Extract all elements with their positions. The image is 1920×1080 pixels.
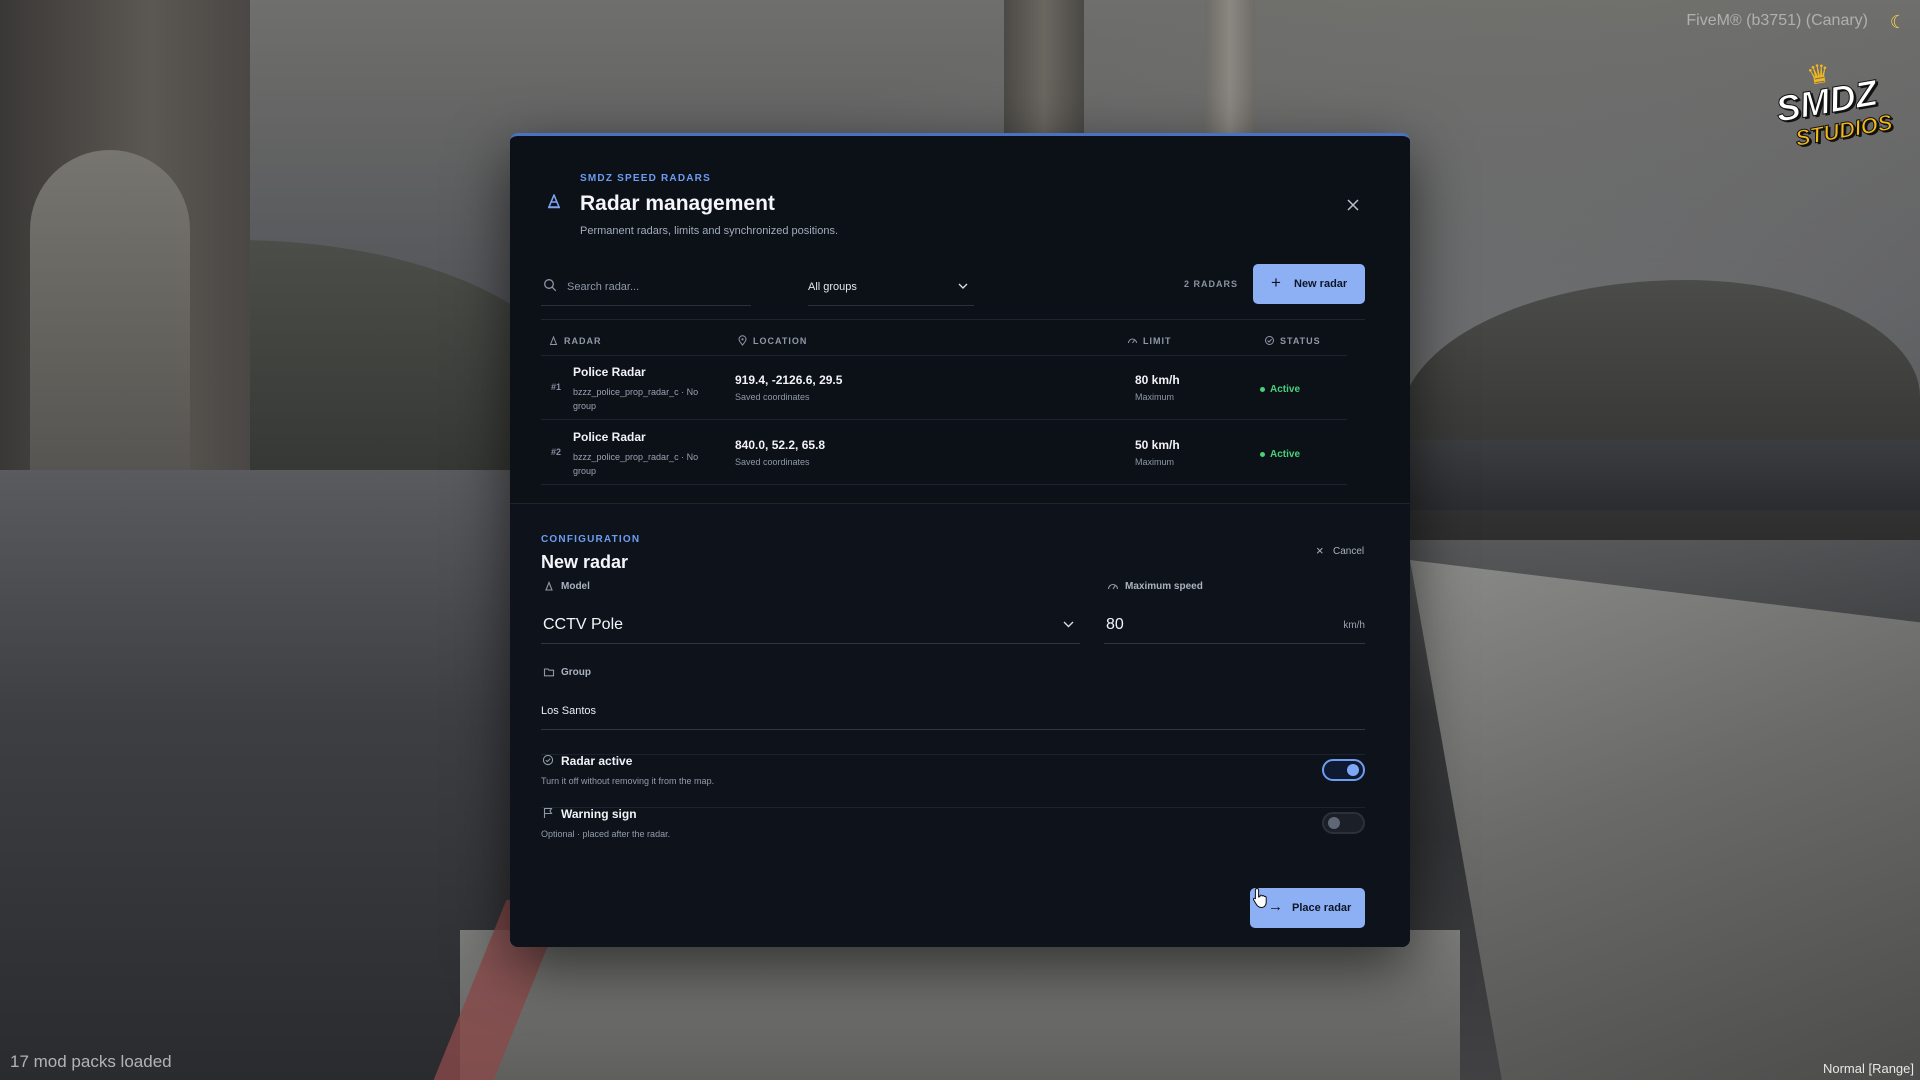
bridge-deck (1400, 440, 1920, 510)
status-badge: Active (1270, 449, 1301, 460)
max-speed-label: Maximum speed (1107, 581, 1203, 592)
max-speed-field: km/h (1104, 604, 1365, 644)
cancel-button[interactable]: × Cancel (1316, 544, 1372, 562)
row-name: Police Radar (573, 430, 646, 444)
close-icon[interactable] (1340, 192, 1366, 218)
column-radar: RADAR (549, 335, 602, 346)
radar-icon (548, 194, 560, 209)
plus-icon: + (1271, 273, 1281, 292)
config-eyebrow: CONFIGURATION (541, 534, 641, 545)
warning-sign-subtitle: Optional · placed after the radar. (541, 829, 671, 839)
moon-icon: ☾ (1889, 12, 1906, 32)
model-label: Model (545, 581, 590, 592)
row-limit: 80 km/h (1135, 373, 1180, 387)
model-select[interactable]: CCTV Pole (541, 604, 1080, 644)
modal-title: Radar management (580, 192, 775, 215)
row-meta: bzzz_police_prop_radar_c · No group (573, 387, 699, 411)
radar-active-subtitle: Turn it off without removing it from the… (541, 776, 715, 786)
radar-active-toggle[interactable] (1322, 759, 1365, 781)
hud-mode-label: Normal [Range] (1822, 1061, 1914, 1076)
new-radar-label: New radar (1294, 278, 1348, 290)
bridge-pillar (1004, 0, 1084, 140)
config-title: New radar (541, 552, 629, 572)
configuration-panel: CONFIGURATION New radar × Cancel Model C… (510, 504, 1410, 947)
radar-management-modal: SMDZ SPEED RADARS Radar management Perma… (510, 133, 1410, 947)
warning-sign-toggle[interactable] (1322, 812, 1365, 834)
search-icon (544, 279, 557, 292)
chevron-down-icon (958, 283, 968, 289)
row-meta: bzzz_police_prop_radar_c · No group (573, 452, 699, 476)
radar-search (541, 268, 751, 306)
bridge-pillar-2 (1205, 0, 1255, 140)
row-name: Police Radar (573, 365, 646, 379)
group-filter-value: All groups (808, 281, 857, 293)
place-radar-label: Place radar (1292, 902, 1352, 914)
group-label: Group (543, 667, 591, 678)
row-limit-sub: Maximum (1135, 392, 1175, 402)
row-coordinates: 840.0, 52.2, 65.8 (735, 438, 826, 452)
speed-unit: km/h (1343, 620, 1365, 631)
check-circle-icon (1265, 336, 1274, 345)
radar-icon (545, 581, 553, 591)
flag-icon (543, 807, 553, 818)
group-filter-select[interactable]: All groups (808, 268, 974, 306)
column-location: LOCATION (738, 335, 807, 346)
table-row[interactable]: #2 Police Radar bzzz_police_prop_radar_c… (541, 421, 1347, 485)
hud-mods-loaded: 17 mod packs loaded (10, 1052, 172, 1071)
sidewalk (460, 930, 1460, 1080)
check-circle-icon (542, 754, 554, 766)
new-radar-button[interactable]: + New radar (1253, 264, 1365, 304)
row-index: #2 (551, 447, 562, 457)
row-coordinates-sub: Saved coordinates (735, 392, 810, 402)
speedometer-icon (1128, 338, 1137, 344)
warning-sign-title: Warning sign (543, 807, 637, 821)
column-status: STATUS (1265, 336, 1321, 346)
row-limit: 50 km/h (1135, 438, 1180, 452)
toggle-section: Radar active Turn it off without removin… (510, 719, 1410, 859)
status-dot-icon (1260, 387, 1265, 392)
model-value: CCTV Pole (543, 616, 624, 633)
concrete-railing (1410, 560, 1920, 1080)
mouse-cursor-icon (1252, 887, 1267, 909)
radar-count: 2 RADARS (1184, 279, 1239, 289)
stone-arch (0, 0, 250, 490)
row-limit-sub: Maximum (1135, 457, 1175, 467)
search-input[interactable] (567, 274, 747, 300)
table-row[interactable]: #1 Police Radar bzzz_police_prop_radar_c… (541, 356, 1347, 420)
column-limit: LIMIT (1128, 336, 1172, 346)
row-coordinates-sub: Saved coordinates (735, 457, 810, 467)
status-badge: Active (1270, 384, 1301, 395)
location-pin-icon (738, 335, 747, 346)
row-index: #1 (551, 382, 562, 392)
cancel-label: Cancel (1333, 546, 1365, 557)
hud-build-label: FiveM® (b3751) (Canary) (1686, 12, 1868, 29)
close-icon: × (1316, 543, 1324, 558)
row-coordinates: 919.4, -2126.6, 29.5 (735, 373, 843, 387)
radar-column-icon (549, 335, 558, 345)
status-dot-icon (1260, 452, 1265, 457)
speedometer-icon (1107, 583, 1119, 590)
folder-icon (543, 668, 555, 677)
chevron-down-icon (1063, 621, 1074, 628)
max-speed-input[interactable] (1106, 612, 1306, 638)
radar-active-title: Radar active (542, 754, 632, 768)
modal-subtitle: Permanent radars, limits and synchronize… (580, 225, 839, 237)
arrow-right-icon: → (1268, 898, 1283, 915)
modal-eyebrow: SMDZ SPEED RADARS (580, 173, 711, 184)
